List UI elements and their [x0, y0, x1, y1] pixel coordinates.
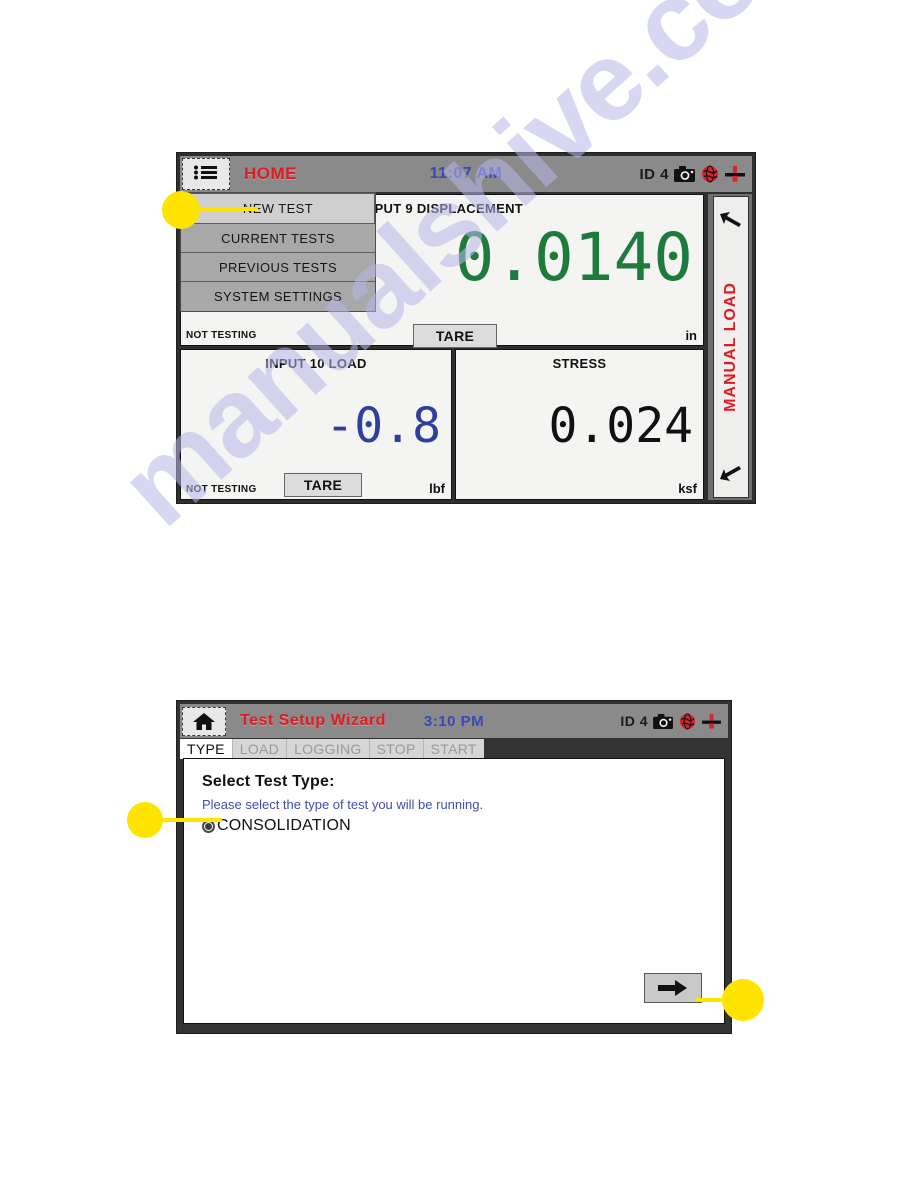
panel-unit: ksf [678, 481, 697, 496]
callout-marker-new-test [162, 191, 200, 229]
manual-load-rail-inner: MANUAL LOAD [713, 196, 749, 498]
arrow-right-icon [658, 980, 687, 996]
panel-status: NOT TESTING [186, 484, 257, 495]
transducer-icon[interactable] [701, 713, 722, 730]
tare-button[interactable]: TARE [413, 324, 497, 348]
wizard-content-panel: Select Test Type: Please select the type… [183, 758, 725, 1024]
tab-stop[interactable]: STOP [368, 739, 423, 759]
manual-load-down-button[interactable] [714, 465, 748, 483]
titlebar-status-cluster: ID 4 [620, 712, 728, 730]
tab-type[interactable]: TYPE [180, 739, 232, 759]
menu-item-current-tests[interactable]: CURRENT TESTS [181, 224, 375, 253]
camera-icon[interactable] [653, 713, 674, 730]
page-title: Test Setup Wizard [240, 712, 386, 729]
screenshot-home-screen: HOME 11:07 AM ID 4 INPUT 9 DISPLACEMENT … [176, 152, 756, 504]
panel-title: STRESS [552, 356, 607, 371]
transducer-icon[interactable] [724, 165, 746, 183]
globe-icon[interactable] [701, 165, 719, 183]
option-label: CONSOLIDATION [217, 817, 351, 834]
panel-value: 0.024 [548, 398, 694, 454]
home-titlebar: HOME 11:07 AM ID 4 [180, 156, 752, 192]
callout-leader-line-consolidation [160, 818, 222, 822]
tare-button[interactable]: TARE [284, 473, 362, 497]
manual-load-rail: MANUAL LOAD [708, 194, 752, 500]
panel-status: NOT TESTING [186, 330, 257, 341]
panel-stress: STRESS 0.024 ksf [455, 349, 704, 500]
device-id-label: ID 4 [639, 165, 669, 183]
menu-button[interactable] [182, 158, 230, 190]
section-subtext: Please select the type of test you will … [202, 797, 484, 812]
panel-input10-load: INPUT 10 LOAD -0.8 NOT TESTING TARE lbf [180, 349, 452, 500]
manual-load-label: MANUAL LOAD [722, 282, 739, 412]
tab-start[interactable]: START [422, 739, 484, 759]
home-icon [193, 713, 215, 730]
panel-title: INPUT 10 LOAD [265, 356, 367, 371]
menu-item-previous-tests[interactable]: PREVIOUS TESTS [181, 253, 375, 282]
manual-load-up-button[interactable] [714, 211, 748, 229]
arrow-down-left-icon [720, 466, 741, 481]
test-type-option-consolidation[interactable]: CONSOLIDATION [202, 817, 351, 835]
screenshot-test-setup-wizard: Test Setup Wizard 3:10 PM ID 4 TYPE LOAD… [176, 700, 732, 1034]
device-id-label: ID 4 [620, 713, 648, 729]
wizard-titlebar: Test Setup Wizard 3:10 PM ID 4 [180, 704, 728, 738]
home-button[interactable] [182, 706, 226, 736]
next-button[interactable] [644, 973, 702, 1003]
panel-unit: lbf [429, 481, 445, 496]
page-title: HOME [244, 164, 297, 183]
menu-item-system-settings[interactable]: SYSTEM SETTINGS [181, 282, 375, 311]
callout-marker-next [722, 979, 764, 1021]
list-menu-icon [194, 165, 217, 180]
arrow-up-left-icon [720, 212, 741, 227]
wizard-tab-bar: TYPE LOAD LOGGING STOP START [180, 738, 728, 759]
globe-icon[interactable] [679, 712, 696, 730]
section-heading: Select Test Type: [202, 773, 335, 790]
tab-load[interactable]: LOAD [231, 739, 287, 759]
camera-icon[interactable] [674, 165, 696, 183]
callout-marker-consolidation [127, 802, 163, 838]
callout-leader-line-new-test [196, 207, 258, 211]
titlebar-status-cluster: ID 4 [639, 165, 752, 183]
tab-logging[interactable]: LOGGING [286, 739, 369, 759]
panel-value: -0.8 [325, 398, 441, 454]
panel-unit: in [685, 328, 697, 343]
